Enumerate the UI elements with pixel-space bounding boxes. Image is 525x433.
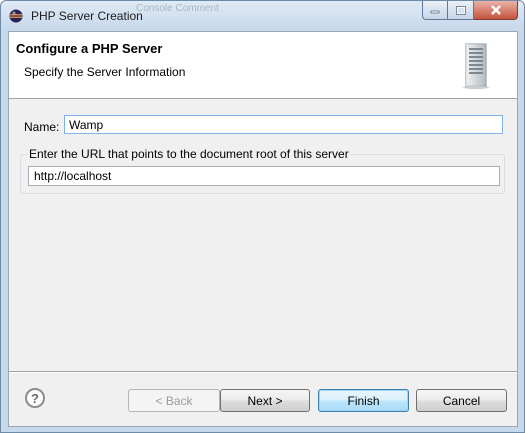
banner-subtitle: Specify the Server Information — [24, 65, 186, 79]
background-window-text: Console Comment — [136, 3, 219, 14]
name-input[interactable]: Wamp — [64, 115, 503, 134]
title-bar[interactable]: PHP Server Creation Console Comment — [1, 1, 524, 31]
server-icon — [463, 43, 489, 90]
banner-title: Configure a PHP Server — [16, 41, 163, 56]
next-button[interactable]: Next > — [220, 389, 310, 412]
back-button[interactable]: < Back — [128, 389, 220, 412]
maximize-button[interactable] — [448, 1, 474, 20]
url-group-label: Enter the URL that points to the documen… — [27, 147, 351, 161]
minimize-icon — [430, 10, 440, 14]
wizard-banner: Configure a PHP Server Specify the Serve… — [9, 32, 517, 99]
cancel-button[interactable]: Cancel — [416, 389, 507, 412]
minimize-button[interactable] — [422, 1, 448, 20]
close-button[interactable] — [474, 1, 518, 20]
name-label: Name: — [24, 120, 60, 134]
eclipse-icon — [9, 9, 23, 23]
window-title: PHP Server Creation — [31, 9, 143, 23]
dialog-client-area: Configure a PHP Server Specify the Serve… — [8, 31, 518, 427]
url-input[interactable]: http://localhost — [28, 166, 500, 186]
footer-separator — [9, 371, 517, 373]
close-icon — [490, 5, 501, 15]
finish-button[interactable]: Finish — [318, 389, 409, 412]
help-icon[interactable]: ? — [25, 388, 45, 408]
dialog-window: PHP Server Creation Console Comment Conf… — [0, 0, 525, 433]
maximize-icon — [455, 5, 466, 15]
